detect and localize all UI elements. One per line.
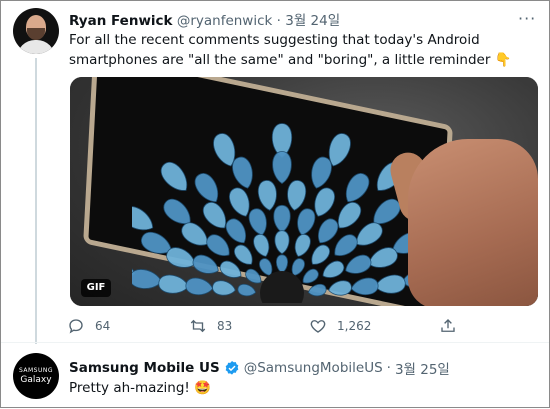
fan-petal (345, 173, 370, 203)
retweet-icon (190, 319, 206, 333)
tweet-media-gif[interactable]: GIF (70, 77, 538, 306)
fan-petal (307, 283, 327, 297)
fan-petal (132, 206, 154, 231)
avatar-product-text: Galaxy (20, 375, 52, 385)
share-button[interactable] (439, 317, 457, 335)
star-struck-emoji-icon: 🤩 (194, 380, 211, 396)
verified-badge-icon (225, 361, 239, 375)
fan-petal (273, 204, 291, 233)
reply-count: 64 (95, 319, 111, 333)
samsung-avatar[interactable]: SAMSUNG Galaxy (13, 353, 59, 399)
fan-petal (318, 218, 339, 244)
gif-badge: GIF (81, 279, 111, 297)
pointing-down-emoji-icon: 👇 (494, 52, 512, 68)
like-count: 1,262 (337, 319, 372, 333)
tweet-text-body: For all the recent comments suggesting t… (69, 32, 491, 68)
tweet-date[interactable]: 3월 25일 (395, 358, 450, 378)
retweet-count: 83 (217, 319, 233, 333)
tweet-thread-frame: Ryan Fenwick @ryanfenwick · 3월 24일 ··· F… (0, 0, 550, 408)
fan-petal (275, 254, 289, 274)
retweet-button[interactable]: 83 (189, 317, 232, 335)
tweet-header: Ryan Fenwick @ryanfenwick · 3월 24일 (69, 9, 340, 29)
separator-dot: · (276, 13, 281, 29)
fan-petal (185, 277, 214, 296)
fan-petal (253, 234, 270, 257)
fan-core (260, 271, 304, 303)
user-handle[interactable]: @SamsungMobileUS (244, 360, 383, 376)
fan-petal (192, 254, 219, 274)
share-icon (441, 319, 455, 332)
fan-petal (160, 161, 188, 191)
fan-petal (225, 218, 246, 244)
blue-petal-fan-image (132, 123, 432, 303)
reply-icon (69, 319, 83, 334)
fan-petal (350, 277, 379, 296)
avatar-shirt (17, 40, 55, 54)
fan-petal (158, 274, 190, 294)
fan-petal (345, 254, 372, 274)
fan-petal (132, 269, 163, 289)
fan-petal (194, 173, 219, 203)
fan-petal (272, 151, 292, 184)
tweet-header: Samsung Mobile US @SamsungMobileUS · 3월 … (69, 358, 450, 378)
tweet-ryan-fenwick[interactable]: Ryan Fenwick @ryanfenwick · 3월 24일 ··· F… (1, 1, 549, 344)
thread-connector-line (35, 58, 37, 344)
fan-petal (374, 274, 406, 294)
display-name[interactable]: Samsung Mobile US (69, 360, 220, 376)
fan-petal (294, 234, 311, 257)
avatar-brand-text: SAMSUNG (18, 367, 54, 374)
fan-petal (328, 280, 352, 296)
tweet-text-body: Pretty ah-mazing! (69, 380, 190, 396)
tweet-text: Pretty ah-mazing! 🤩 (69, 378, 211, 398)
heart-icon (310, 320, 326, 333)
fan-petal (212, 280, 236, 296)
fan-petal (274, 230, 290, 255)
fan-petal (237, 283, 257, 297)
more-dots-icon[interactable]: ··· (518, 9, 536, 28)
tweet-divider (1, 342, 549, 343)
separator-dot: · (386, 360, 391, 376)
fan-petal (248, 208, 267, 236)
hand-image (408, 139, 538, 306)
fan-petal (257, 180, 277, 211)
tweet-actions: 64 83 1,262 (67, 317, 467, 339)
tweet-text: For all the recent comments suggesting t… (69, 30, 539, 70)
display-name[interactable]: Ryan Fenwick (69, 13, 173, 29)
avatar-beard (27, 28, 45, 40)
like-button[interactable]: 1,262 (309, 317, 371, 335)
user-handle[interactable]: @ryanfenwick (177, 13, 273, 29)
fan-petal (287, 180, 307, 211)
avatar[interactable] (13, 8, 59, 54)
reply-button[interactable]: 64 (67, 317, 110, 335)
tweet-date[interactable]: 3월 24일 (285, 13, 340, 29)
fan-petal (297, 208, 316, 236)
